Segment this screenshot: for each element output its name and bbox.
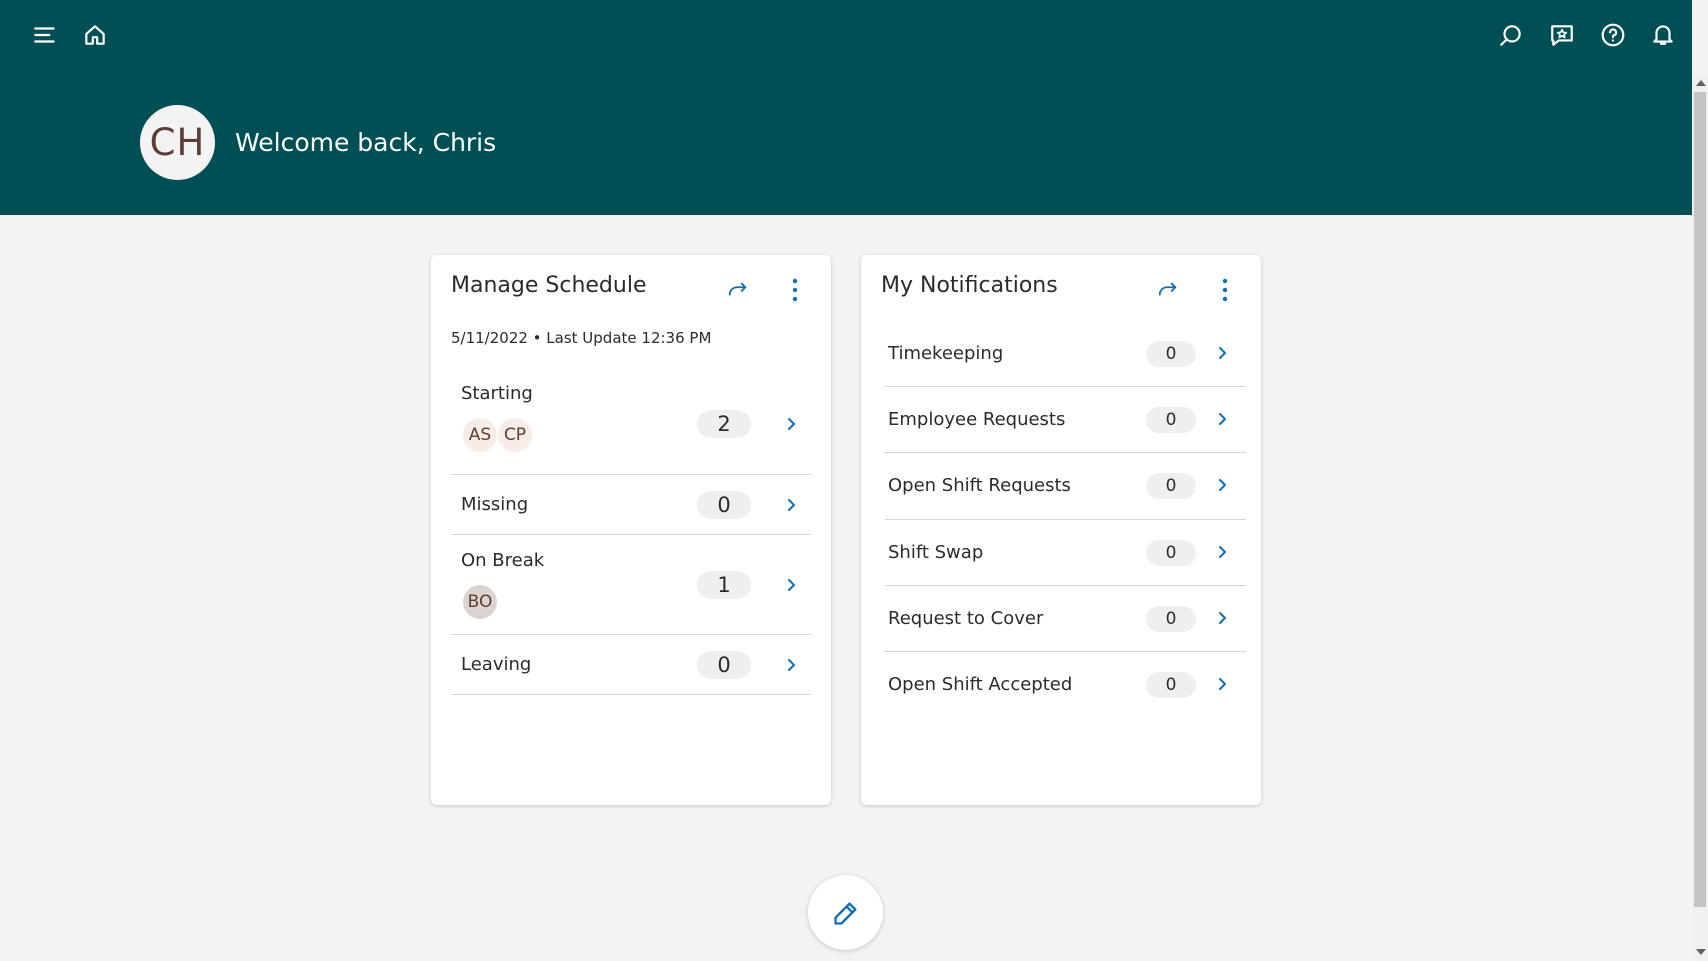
count-badge: 0 [1146, 672, 1196, 698]
schedule-row-leaving[interactable]: Leaving 0 [451, 635, 811, 695]
pencil-icon [833, 902, 856, 925]
count-badge: 0 [1146, 540, 1196, 566]
chevron-right-icon[interactable] [1212, 542, 1232, 562]
count-badge: 0 [697, 651, 751, 679]
scroll-down-arrow-icon[interactable] [1696, 949, 1706, 955]
row-label: Leaving [461, 654, 532, 675]
more-options-icon[interactable] [1210, 275, 1240, 305]
card-title: My Notifications [881, 273, 1058, 298]
count-badge: 0 [1146, 473, 1196, 499]
notification-row-request-to-cover[interactable]: Request to Cover 0 [885, 586, 1246, 652]
row-label: Missing [461, 494, 529, 515]
edit-layout-button[interactable] [808, 875, 883, 950]
row-label: Shift Swap [888, 542, 984, 563]
employee-avatar[interactable]: AS [463, 418, 497, 452]
home-icon[interactable] [77, 17, 113, 53]
count-badge: 0 [1146, 407, 1196, 433]
my-notifications-card: My Notifications Timekeeping 0 Employee … [861, 255, 1261, 805]
chevron-right-icon[interactable] [781, 575, 801, 595]
scrollbar-thumb[interactable] [1694, 92, 1706, 907]
chevron-right-icon[interactable] [781, 495, 801, 515]
header-bar: CH Welcome back, Chris [0, 0, 1692, 215]
feedback-icon[interactable] [1544, 17, 1580, 53]
row-label: Open Shift Accepted [888, 674, 1073, 695]
row-label: Request to Cover [888, 608, 1044, 629]
count-badge: 0 [1146, 606, 1196, 632]
last-update-text: 5/11/2022 • Last Update 12:36 PM [451, 329, 712, 347]
scroll-up-arrow-icon[interactable] [1696, 80, 1706, 86]
chevron-right-icon[interactable] [1212, 409, 1232, 429]
menu-icon[interactable] [27, 17, 63, 53]
card-title: Manage Schedule [451, 273, 647, 298]
chevron-right-icon[interactable] [1212, 608, 1232, 628]
chevron-right-icon[interactable] [1212, 475, 1232, 495]
row-label: Employee Requests [888, 409, 1066, 430]
open-arrow-icon[interactable] [723, 275, 753, 305]
notification-row-employee-requests[interactable]: Employee Requests 0 [885, 387, 1246, 453]
schedule-row-missing[interactable]: Missing 0 [451, 475, 811, 535]
notification-row-open-shift-requests[interactable]: Open Shift Requests 0 [885, 453, 1246, 520]
chevron-right-icon[interactable] [1212, 674, 1232, 694]
count-badge: 1 [697, 571, 751, 599]
open-arrow-icon[interactable] [1153, 275, 1183, 305]
count-badge: 0 [1146, 341, 1196, 367]
welcome-message: Welcome back, Chris [235, 128, 497, 157]
schedule-row-on-break[interactable]: On Break BO 1 [451, 535, 811, 635]
chevron-right-icon[interactable] [781, 655, 801, 675]
notification-row-open-shift-accepted[interactable]: Open Shift Accepted 0 [885, 652, 1246, 718]
schedule-row-starting[interactable]: Starting AS CP 2 [451, 370, 811, 475]
count-badge: 0 [697, 491, 751, 519]
row-label: Timekeeping [888, 343, 1004, 364]
user-avatar[interactable]: CH [140, 105, 215, 180]
count-badge: 2 [697, 410, 751, 438]
row-label: On Break [461, 550, 545, 571]
employee-avatar[interactable]: CP [498, 418, 532, 452]
manage-schedule-card: Manage Schedule 5/11/2022 • Last Update … [431, 255, 831, 805]
row-label: Open Shift Requests [888, 475, 1071, 496]
chevron-right-icon[interactable] [781, 414, 801, 434]
employee-avatar[interactable]: BO [463, 585, 497, 619]
bell-icon[interactable] [1645, 16, 1681, 52]
chevron-right-icon[interactable] [1212, 343, 1232, 363]
search-icon[interactable] [1493, 17, 1529, 53]
help-icon[interactable] [1595, 17, 1631, 53]
row-label: Starting [461, 383, 533, 404]
notification-row-shift-swap[interactable]: Shift Swap 0 [885, 520, 1246, 586]
more-options-icon[interactable] [780, 275, 810, 305]
notification-row-timekeeping[interactable]: Timekeeping 0 [885, 321, 1246, 387]
